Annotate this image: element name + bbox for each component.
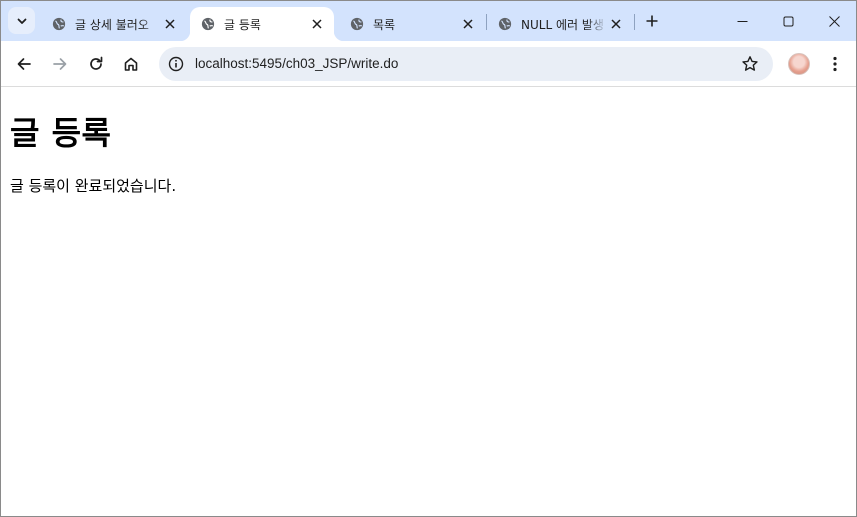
toolbar: localhost:5495/ch03_JSP/write.do: [1, 41, 856, 87]
page-title: 글 등록: [10, 114, 112, 152]
tab-search-button[interactable]: [8, 7, 35, 34]
address-bar[interactable]: localhost:5495/ch03_JSP/write.do: [159, 47, 773, 81]
close-window-button[interactable]: [811, 1, 856, 41]
back-button[interactable]: [10, 50, 38, 78]
new-tab-button[interactable]: [641, 10, 663, 32]
tab-0[interactable]: 글 상세 불러오: [41, 7, 187, 41]
globe-icon: [350, 17, 364, 31]
maximize-icon: [783, 16, 793, 26]
tab-strip: 글 상세 불러오 글 등록 목록 NULL 에러 발생: [1, 1, 856, 41]
globe-icon: [52, 17, 66, 31]
minimize-icon: [737, 20, 747, 22]
reload-icon: [90, 56, 103, 70]
close-icon[interactable]: [161, 15, 179, 33]
close-icon[interactable]: [607, 15, 625, 33]
close-icon[interactable]: [459, 15, 477, 33]
tab-1[interactable]: 글 등록: [180, 7, 344, 41]
tab-title: NULL 에러 발생: [521, 15, 607, 33]
tab-title: 목록: [373, 17, 396, 32]
minimize-button[interactable]: [719, 1, 765, 41]
arrow-left-icon: [17, 58, 31, 70]
profile-avatar[interactable]: [788, 53, 810, 75]
home-button[interactable]: [117, 50, 145, 78]
more-vert-icon: [833, 56, 837, 72]
home-icon: [124, 57, 138, 71]
reload-button[interactable]: [82, 50, 110, 78]
arrow-right-icon: [53, 58, 67, 70]
maximize-button[interactable]: [765, 1, 811, 41]
tab-title: 글 상세 불러오: [75, 15, 161, 33]
globe-icon: [201, 17, 215, 31]
completion-message: 글 등록이 완료되었습니다.: [10, 177, 177, 195]
forward-button[interactable]: [46, 50, 74, 78]
tab-2[interactable]: 목록: [339, 7, 485, 41]
tab-title: 글 등록: [224, 17, 261, 32]
close-icon: [828, 15, 840, 27]
menu-button[interactable]: [824, 53, 846, 75]
browser-window: 글 상세 불러오 글 등록 목록 NULL 에러 발생 localhost:54…: [0, 0, 857, 517]
tab-3[interactable]: NULL 에러 발생: [487, 7, 633, 41]
plus-icon: [646, 15, 658, 27]
page-content: 글 등록 글 등록이 완료되었습니다.: [1, 88, 856, 516]
star-icon[interactable]: [741, 55, 759, 73]
site-info-icon[interactable]: [166, 54, 186, 74]
chevron-down-icon: [17, 18, 26, 24]
globe-icon: [498, 17, 512, 31]
tab-separator: [634, 14, 635, 30]
close-icon[interactable]: [308, 15, 326, 33]
url-text[interactable]: localhost:5495/ch03_JSP/write.do: [195, 56, 398, 71]
